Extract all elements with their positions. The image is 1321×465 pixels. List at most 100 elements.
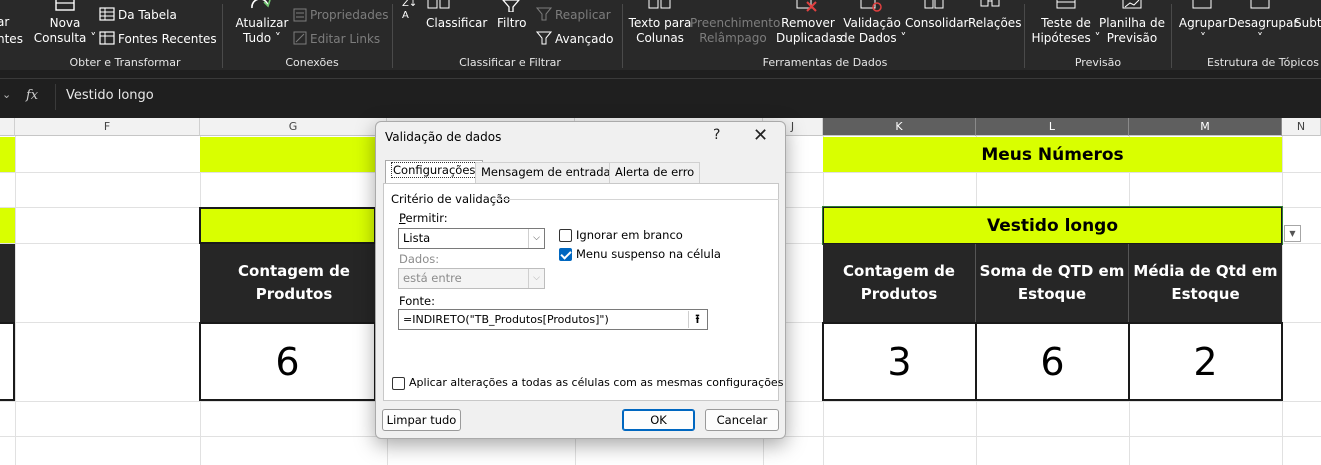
cell-m-header[interactable]: Média de Qtd em Estoque	[1129, 244, 1282, 322]
cancel-button[interactable]: Cancelar	[705, 409, 779, 431]
fonte-input[interactable]: =INDIRETO("TB_Produtos[Produtos]") ⭱	[398, 309, 708, 330]
classificar-button[interactable]: Classificar	[426, 16, 487, 31]
menu-suspenso-checkbox[interactable]	[559, 248, 572, 261]
dados-label: Dados:	[399, 252, 440, 266]
ribbon-cut-button-label-1[interactable]: ar	[0, 15, 9, 30]
formula-divider	[55, 84, 56, 110]
consolidar-button[interactable]: Consolidar	[905, 16, 969, 31]
tab-mensagem-entrada[interactable]: Mensagem de entrada	[475, 162, 617, 183]
help-icon[interactable]: ?	[713, 127, 720, 143]
avancado-button[interactable]: Avançado	[555, 32, 613, 47]
reapply-icon	[536, 7, 552, 21]
chevron-down-icon: ⌵	[528, 229, 544, 248]
da-tabela-button[interactable]: Da Tabela	[118, 8, 177, 23]
cell-g-selected[interactable]	[199, 207, 376, 244]
column-header-f[interactable]: F	[15, 118, 200, 136]
table-icon	[99, 7, 115, 21]
propriedades-button[interactable]: Propriedades	[310, 8, 389, 23]
group-label-obter: Obter e Transformar	[69, 56, 181, 69]
permitir-select[interactable]: Lista ⌵	[398, 228, 545, 249]
sort-icon	[427, 0, 450, 9]
remover-duplicadas-button[interactable]: Remover Duplicadas	[776, 16, 842, 46]
selected-product-value: Vestido longo	[986, 215, 1119, 236]
column-header-e[interactable]	[0, 118, 15, 136]
ribbon-cut-button-label-2[interactable]: ntes	[0, 32, 23, 47]
group-label-previsao: Previsão	[1074, 56, 1122, 69]
data-validation-icon	[860, 0, 882, 12]
agrupar-button[interactable]: Agrupar ˅	[1176, 16, 1230, 46]
teste-de-hipoteses-button[interactable]: Teste de Hipóteses ˅	[1031, 16, 1101, 46]
texto-para-colunas-button[interactable]: Texto para Colunas	[628, 16, 692, 46]
what-if-icon	[1056, 0, 1076, 9]
fonte-label: Fonte:	[399, 294, 435, 308]
chevron-down-icon: ⌵	[528, 269, 544, 288]
planilha-de-previsao-button[interactable]: Planilha de Previsão	[1099, 16, 1165, 46]
formula-input[interactable]: Vestido longo	[66, 88, 154, 103]
dados-select[interactable]: está entre ⌵	[398, 268, 545, 289]
relationships-icon	[980, 0, 1000, 7]
group-divider	[622, 4, 623, 68]
aplicar-alteracoes-checkbox[interactable]	[392, 377, 405, 390]
cell-dropdown-button[interactable]: ▼	[1284, 225, 1301, 242]
column-header-m[interactable]: M	[1129, 118, 1282, 136]
cell-k-title[interactable]: Meus Números	[823, 137, 1282, 172]
ungroup-icon	[1250, 0, 1270, 9]
cell-g-title[interactable]	[200, 137, 376, 172]
group-divider	[1024, 4, 1025, 68]
tab-alerta-erro[interactable]: Alerta de erro	[609, 162, 701, 183]
column-header-g[interactable]: G	[200, 118, 387, 136]
group-label-ferramentas: Ferramentas de Dados	[762, 56, 888, 69]
editar-links-button[interactable]: Editar Links	[310, 32, 380, 47]
cell-k-header[interactable]: Contagem de Produtos	[823, 244, 976, 322]
column-header-l[interactable]: L	[976, 118, 1129, 136]
close-icon[interactable]: ✕	[753, 125, 768, 146]
fx-icon[interactable]: fx	[26, 88, 38, 103]
preenchimento-relampago-button[interactable]: Preenchimento Relâmpago	[690, 16, 780, 46]
sort-az-icon[interactable]: Z↓ A	[402, 0, 417, 22]
subtotal-button[interactable]: Subto	[1294, 16, 1321, 31]
cell-e-title[interactable]	[0, 137, 15, 172]
cell-e-selected[interactable]	[0, 208, 15, 243]
desagrupar-button[interactable]: Desagrupar ˅	[1228, 16, 1298, 46]
permitir-select-value: Lista	[403, 231, 431, 245]
cell-m-value[interactable]: 2	[1128, 322, 1283, 401]
filtro-button[interactable]: Filtro	[497, 16, 526, 31]
column-header-k[interactable]: K	[823, 118, 976, 136]
cell-e-value[interactable]	[0, 322, 15, 401]
cell-g-header-text: Contagem de Produtos	[238, 262, 350, 303]
cell-k-selected[interactable]: Vestido longo	[822, 206, 1283, 245]
cell-l-header[interactable]: Soma de QTD em Estoque	[976, 244, 1129, 322]
cell-g-value[interactable]: 6	[199, 322, 376, 401]
cell-k-value-text: 3	[887, 339, 912, 384]
dialog-title: Validação de dados	[385, 130, 502, 144]
group-label-estrutura: Estrutura de Tópicos	[1207, 56, 1319, 69]
group-icon	[1192, 0, 1212, 9]
ok-button[interactable]: OK	[622, 409, 695, 431]
group-divider	[1171, 4, 1172, 68]
cell-g-header[interactable]: Contagem de Produtos	[200, 244, 376, 322]
collapse-range-icon[interactable]: ⭱	[688, 311, 706, 328]
cell-l-value[interactable]: 6	[975, 322, 1130, 401]
consolidate-icon	[924, 0, 944, 9]
fontes-recentes-button[interactable]: Fontes Recentes	[118, 32, 217, 47]
tab-configuracoes[interactable]: Configurações	[385, 160, 484, 184]
cell-k-value[interactable]: 3	[822, 322, 977, 401]
atualizar-tudo-button[interactable]: Atualizar Tudo ˅	[232, 16, 292, 46]
permitir-label: Permitir:	[399, 211, 448, 225]
cell-k-header-text: Contagem de Produtos	[843, 262, 955, 303]
column-header-n[interactable]: N	[1282, 118, 1321, 136]
chevron-down-icon[interactable]: ⌄	[2, 88, 11, 101]
group-divider	[222, 4, 223, 68]
recent-sources-icon	[99, 31, 115, 45]
text-to-columns-icon	[648, 0, 671, 9]
ignorar-em-branco-checkbox[interactable]	[559, 229, 572, 242]
validacao-de-dados-button[interactable]: Validação de Dados ˅	[840, 16, 906, 46]
advanced-filter-icon	[536, 31, 552, 45]
limpar-tudo-button[interactable]: Limpar tudo	[382, 409, 461, 431]
group-label-classificar: Classificar e Filtrar	[459, 56, 561, 69]
permitir-label-text: ermitir:	[405, 211, 448, 225]
reaplicar-button[interactable]: Reaplicar	[555, 8, 611, 23]
nova-consulta-button[interactable]: Nova Consulta ˅	[33, 16, 97, 46]
relacoes-button[interactable]: Relações	[968, 16, 1021, 31]
cell-e-header[interactable]	[0, 244, 15, 322]
